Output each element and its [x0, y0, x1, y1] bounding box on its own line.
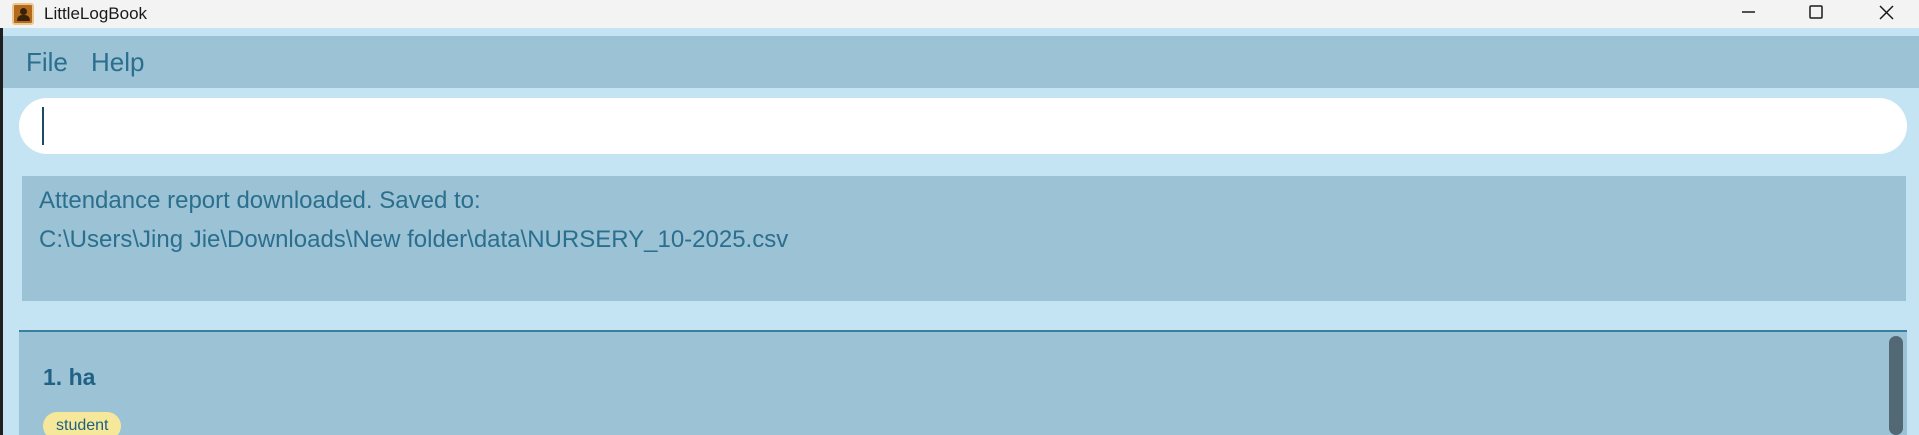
person-book-icon	[12, 3, 34, 25]
menu-file[interactable]: File	[26, 47, 68, 77]
tag-student: student	[43, 412, 122, 435]
command-input[interactable]	[19, 98, 1907, 154]
close-icon	[1879, 5, 1894, 20]
minimize-button[interactable]	[1715, 0, 1781, 28]
result-message: Attendance report downloaded. Saved to:	[39, 187, 481, 214]
menu-help[interactable]: Help	[91, 47, 144, 77]
window-title: LittleLogBook	[44, 4, 148, 23]
maximize-button[interactable]	[1783, 0, 1849, 28]
minimize-icon	[1742, 11, 1755, 13]
person-name: 1. ha	[43, 364, 96, 390]
person-list: 1. ha student	[19, 330, 1907, 435]
app-window: LittleLogBook File Help Attendance repor…	[0, 0, 1919, 435]
maximize-icon	[1809, 5, 1823, 19]
result-display: Attendance report downloaded. Saved to: …	[22, 176, 1906, 301]
text-caret	[42, 107, 44, 145]
menu-bar: File Help	[3, 36, 1919, 88]
scrollbar-thumb[interactable]	[1889, 336, 1903, 435]
result-file-path: C:\Users\Jing Jie\Downloads\New folder\d…	[39, 226, 789, 253]
title-bar[interactable]: LittleLogBook	[0, 0, 1919, 28]
close-button[interactable]	[1853, 0, 1919, 28]
window-left-edge	[0, 28, 3, 435]
